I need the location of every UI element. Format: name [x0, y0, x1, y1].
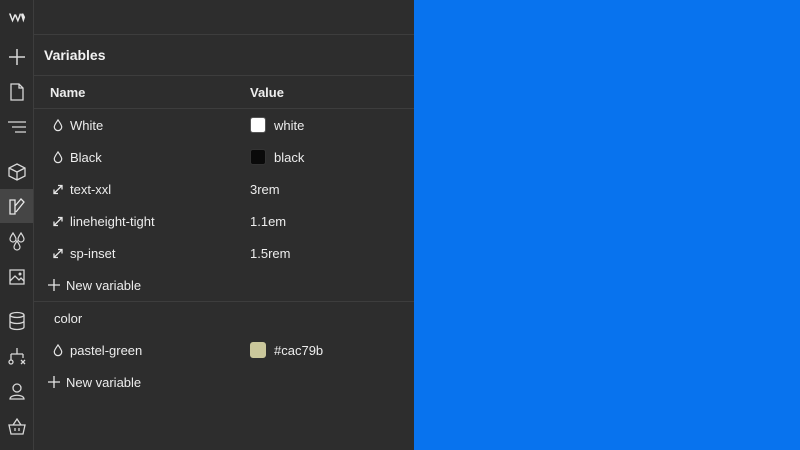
logic-flow-icon[interactable]: [0, 339, 33, 373]
color-swatch[interactable]: [250, 117, 266, 133]
panel-title: Variables: [44, 47, 106, 63]
plus-icon: [48, 376, 60, 388]
variable-value[interactable]: black: [274, 150, 304, 165]
resize-arrow-icon: [52, 182, 64, 196]
add-icon[interactable]: [0, 40, 33, 74]
color-swatch[interactable]: [250, 149, 266, 165]
new-variable-label: New variable: [66, 277, 142, 293]
ecommerce-basket-icon[interactable]: [0, 410, 33, 444]
variable-row-black[interactable]: Black black: [34, 141, 414, 173]
divider: [34, 75, 414, 76]
column-header-name: Name: [50, 85, 86, 100]
divider: [34, 301, 414, 302]
navigator-icon[interactable]: [0, 110, 33, 144]
webflow-logo-icon[interactable]: [0, 0, 33, 36]
variables-panel: Variables Name Value White white Black b…: [34, 0, 414, 450]
variable-row-pastel-green[interactable]: pastel-green #cac79b: [34, 334, 414, 366]
variable-name: text-xxl: [70, 182, 112, 197]
left-toolbar: [0, 0, 34, 450]
variable-name: sp-inset: [70, 246, 116, 261]
droplet-icon: [52, 118, 64, 132]
variable-value[interactable]: #cac79b: [274, 343, 323, 358]
variable-value[interactable]: white: [274, 118, 304, 133]
design-canvas[interactable]: [414, 0, 800, 450]
variable-value[interactable]: 1.1em: [250, 214, 286, 229]
droplet-icon: [52, 150, 64, 164]
cms-database-icon[interactable]: [0, 304, 33, 338]
variable-row-text-xxl[interactable]: text-xxl 3rem: [34, 173, 414, 205]
new-variable-button[interactable]: New variable: [48, 275, 141, 295]
assets-image-icon[interactable]: [0, 260, 33, 294]
variable-value[interactable]: 1.5rem: [250, 246, 290, 261]
components-icon[interactable]: [0, 155, 33, 189]
variable-row-white[interactable]: White white: [34, 109, 414, 141]
color-swatch[interactable]: [250, 342, 266, 358]
panel-topbar: [34, 0, 414, 35]
plus-icon: [48, 279, 60, 291]
new-variable-label: New variable: [66, 374, 142, 390]
droplet-icon: [52, 343, 64, 357]
variable-name: White: [70, 118, 104, 133]
pages-icon[interactable]: [0, 75, 33, 109]
variable-name: lineheight-tight: [70, 214, 155, 229]
variable-name: Black: [70, 150, 102, 165]
variables-icon[interactable]: [0, 189, 33, 223]
column-header-value: Value: [250, 85, 284, 100]
users-icon[interactable]: [0, 374, 33, 408]
variable-value[interactable]: 3rem: [250, 182, 280, 197]
new-variable-button[interactable]: New variable: [48, 372, 141, 392]
styles-drops-icon[interactable]: [0, 224, 33, 258]
variable-group-name[interactable]: color: [54, 311, 82, 326]
variable-row-sp-inset[interactable]: sp-inset 1.5rem: [34, 237, 414, 269]
resize-arrow-icon: [52, 214, 64, 228]
resize-arrow-icon: [52, 246, 64, 260]
variable-name: pastel-green: [70, 343, 143, 358]
variable-row-lineheight-tight[interactable]: lineheight-tight 1.1em: [34, 205, 414, 237]
